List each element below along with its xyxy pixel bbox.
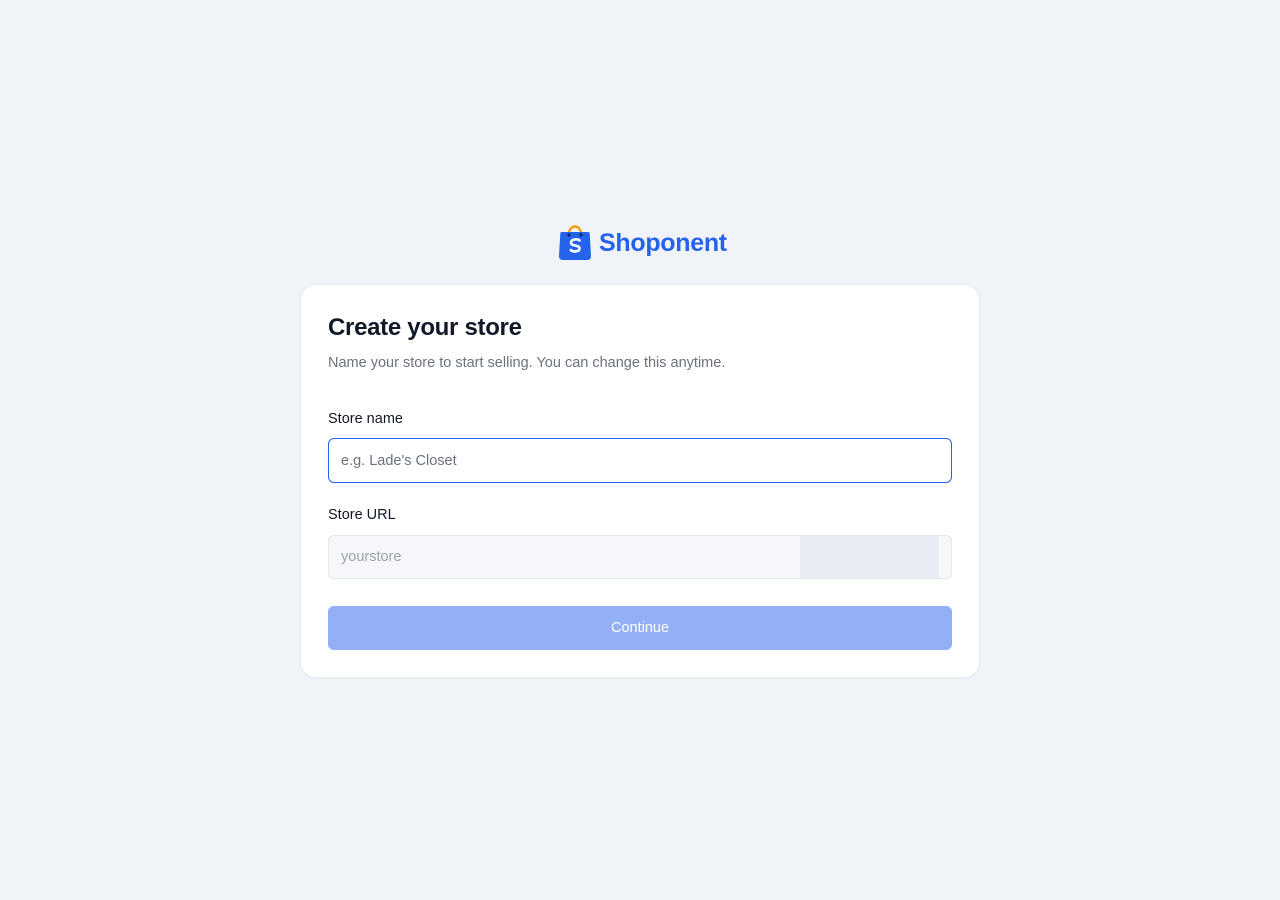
store-url-label: Store URL bbox=[328, 507, 396, 523]
page-subtitle: Name your store to start selling. You ca… bbox=[328, 355, 726, 371]
store-url-suffix bbox=[800, 536, 939, 578]
brand-header: Shoponent bbox=[558, 221, 727, 261]
shopping-bag-icon bbox=[559, 225, 591, 260]
page-title: Create your store bbox=[328, 314, 522, 341]
store-url-input[interactable] bbox=[329, 536, 800, 578]
create-store-card: Create your store Name your store to sta… bbox=[300, 284, 980, 678]
brand-name: Shoponent bbox=[599, 229, 727, 257]
continue-button[interactable]: Continue bbox=[328, 606, 952, 650]
store-name-input[interactable] bbox=[328, 438, 952, 483]
store-url-field bbox=[328, 535, 952, 579]
store-name-label: Store name bbox=[328, 411, 403, 427]
create-store-page: Shoponent Create your store Name your st… bbox=[0, 0, 1280, 900]
